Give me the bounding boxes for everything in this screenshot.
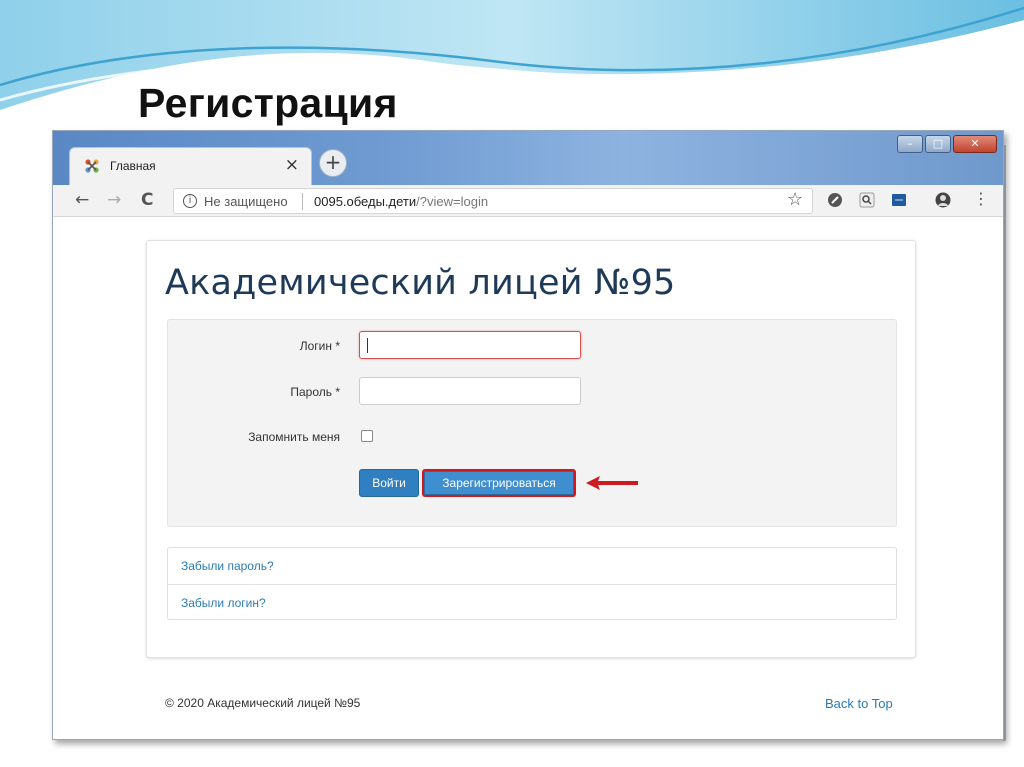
address-bar[interactable]: i Не защищено 0095.обеды.дети/?view=logi…	[173, 188, 813, 214]
back-to-top-link[interactable]: Back to Top	[825, 696, 893, 711]
address-separator	[302, 193, 303, 210]
maximize-button[interactable]: □	[925, 135, 951, 153]
window-controls: – □ ✕	[895, 135, 997, 153]
login-button[interactable]: Войти	[359, 469, 419, 497]
login-input[interactable]	[359, 331, 581, 359]
register-button[interactable]: Зарегистрироваться	[422, 469, 576, 497]
browser-toolbar: ← → C i Не защищено 0095.обеды.дети/?vie…	[53, 185, 1003, 217]
help-links: Забыли пароль? Забыли логин?	[167, 547, 897, 620]
tab-close-icon[interactable]: ×	[285, 155, 299, 175]
security-label: Не защищено	[204, 194, 288, 209]
window-titlebar: – □ ✕ Главная × +	[53, 131, 1003, 185]
profile-avatar-icon[interactable]	[935, 192, 951, 208]
forgot-password-link[interactable]: Забыли пароль?	[168, 548, 896, 584]
slide-title: Регистрация	[138, 80, 398, 126]
login-card: Академический лицей №95 Логин * Пароль *…	[146, 240, 916, 658]
url-text[interactable]: 0095.обеды.дети/?view=login	[314, 194, 488, 209]
reload-icon[interactable]: C	[141, 190, 153, 210]
info-icon[interactable]: i	[183, 194, 197, 208]
joomla-favicon-icon	[85, 159, 99, 173]
remember-me-checkbox[interactable]	[361, 430, 373, 442]
forward-arrow-icon[interactable]: →	[107, 190, 121, 210]
text-caret	[367, 338, 368, 353]
site-title: Академический лицей №95	[165, 263, 676, 303]
forgot-login-link[interactable]: Забыли логин?	[168, 584, 896, 620]
red-arrow-pointer-icon	[586, 476, 638, 490]
footer-copyright: © 2020 Академический лицей №95	[165, 696, 361, 710]
close-window-button[interactable]: ✕	[953, 135, 997, 153]
back-arrow-icon[interactable]: ←	[75, 190, 89, 210]
browser-tab[interactable]: Главная ×	[69, 147, 312, 185]
web-page: Академический лицей №95 Логин * Пароль *…	[53, 218, 1003, 739]
browser-menu-icon[interactable]: ⋮	[973, 189, 989, 208]
bookmark-star-icon[interactable]: ☆	[787, 189, 803, 210]
extension-search-icon[interactable]	[859, 192, 875, 208]
password-label: Пароль *	[290, 385, 340, 399]
extension-feather-icon[interactable]	[827, 192, 843, 208]
extension-blue-icon[interactable]	[891, 192, 907, 208]
browser-window: – □ ✕ Главная × + ← → C i Не защищено 00…	[52, 130, 1004, 740]
new-tab-button[interactable]: +	[319, 149, 347, 177]
login-form: Логин * Пароль * Запомнить меня Войти За…	[167, 319, 897, 527]
login-label: Логин *	[299, 339, 340, 353]
minimize-button[interactable]: –	[897, 135, 923, 153]
url-domain: 0095.обеды.дети	[314, 194, 417, 209]
remember-me-label: Запомнить меня	[248, 430, 340, 444]
password-input[interactable]	[359, 377, 581, 405]
url-path: /?view=login	[416, 194, 489, 209]
tab-title: Главная	[110, 159, 156, 173]
